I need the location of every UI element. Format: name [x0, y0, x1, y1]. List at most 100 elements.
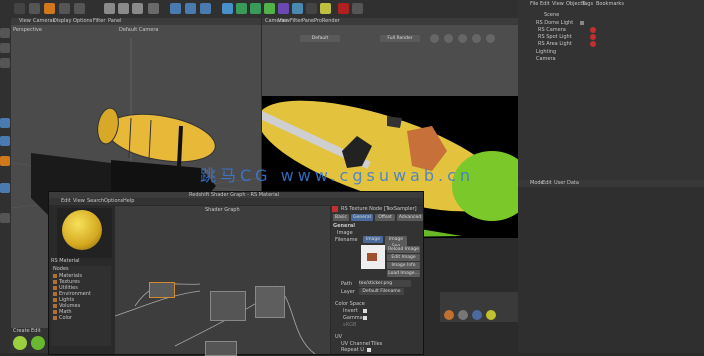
render-view-icon[interactable] [170, 3, 181, 14]
render-icon[interactable] [185, 3, 196, 14]
tab-advanced[interactable]: Advanced [397, 214, 423, 221]
object-manager-menu: File Edit View Objects Tags Bookmarks [518, 1, 704, 8]
tab-basic[interactable]: Basic [333, 214, 349, 221]
material-ball[interactable] [13, 336, 27, 350]
mat-menu-edit[interactable]: Edit [31, 328, 41, 334]
cloner-icon[interactable] [264, 3, 275, 14]
tag-icon[interactable] [590, 34, 596, 40]
om-menu-view[interactable]: View [552, 1, 564, 7]
top-toolbar [0, 0, 520, 18]
scale-icon[interactable] [74, 3, 85, 14]
tree-header: Nodes [53, 266, 69, 272]
mat-menu-create[interactable]: Create [13, 328, 30, 334]
reload-image-button[interactable]: Reload Image [387, 246, 420, 253]
stop-icon[interactable] [444, 34, 453, 43]
edges-icon[interactable] [0, 58, 10, 68]
ne-menu-help[interactable]: Help [123, 198, 134, 204]
world-icon[interactable] [148, 3, 159, 14]
om-menu-tags[interactable]: Tags [582, 1, 593, 7]
shader-node[interactable] [205, 341, 237, 356]
light-icon[interactable] [320, 3, 331, 14]
om-menu-edit[interactable]: Edit [540, 1, 550, 7]
attr-right-menu: Mode Edit User Data [518, 180, 704, 187]
undo-icon[interactable] [14, 3, 25, 14]
shader-node[interactable] [255, 286, 285, 318]
object-row[interactable]: Scene [522, 12, 700, 19]
attr-menu-userdata[interactable]: User Data [554, 180, 579, 186]
render-toolbar: Default Full Render [262, 34, 518, 44]
model-mode-icon[interactable] [0, 28, 10, 38]
object-row[interactable]: Lighting [522, 49, 700, 56]
python-icon[interactable] [352, 3, 363, 14]
camera-icon[interactable] [306, 3, 317, 14]
move-icon[interactable] [29, 3, 40, 14]
shader-node[interactable] [210, 291, 246, 321]
subdivision-icon[interactable] [250, 3, 261, 14]
attr-menu-edit[interactable]: Edit [542, 180, 552, 186]
menu-view-r[interactable]: View [278, 18, 290, 24]
points-icon[interactable] [0, 43, 10, 53]
render-settings-icon[interactable] [200, 3, 211, 14]
polygons-icon[interactable] [0, 118, 10, 128]
redshift-icon[interactable] [338, 3, 349, 14]
node-preview [57, 208, 112, 258]
om-menu-file[interactable]: File [530, 1, 538, 7]
menu-prorender-r[interactable]: ProRender [314, 18, 340, 24]
add-icon[interactable] [44, 3, 55, 14]
material-thumbnail[interactable] [458, 310, 468, 320]
object-row[interactable]: RS Area Light [522, 41, 700, 48]
node-canvas[interactable]: Shader Graph [115, 206, 330, 356]
ne-menu-options[interactable]: Options [104, 198, 123, 204]
rotate-icon[interactable] [59, 3, 70, 14]
refresh-icon[interactable] [458, 34, 467, 43]
texture-thumbnail [361, 245, 385, 269]
environment-icon[interactable] [292, 3, 303, 14]
repeat-u-checkbox[interactable] [367, 348, 371, 352]
load-image-button[interactable]: Load Image... [387, 270, 420, 277]
object-row[interactable]: Camera [522, 56, 700, 63]
lock-render-icon[interactable] [472, 34, 481, 43]
object-row[interactable]: RS Camera [522, 27, 700, 34]
display-dropdown[interactable]: Default [300, 35, 340, 42]
deformer-icon[interactable] [278, 3, 289, 14]
invert-checkbox[interactable] [363, 309, 367, 313]
render-mode-dropdown[interactable]: Full Render [380, 35, 420, 42]
tag-icon[interactable] [590, 41, 596, 47]
node-tree: Nodes Materials Textures Utilities Envir… [51, 266, 111, 346]
axis-y-icon[interactable] [118, 3, 129, 14]
material-thumbnail[interactable] [472, 310, 482, 320]
material-ball[interactable] [31, 336, 45, 350]
material-thumbnail[interactable] [444, 310, 454, 320]
object-row[interactable]: RS Dome Light [522, 20, 700, 27]
om-menu-bookmarks[interactable]: Bookmarks [596, 1, 624, 7]
axis-z-icon[interactable] [132, 3, 143, 14]
ne-menu-edit[interactable]: Edit [61, 198, 71, 204]
preview-sphere [62, 210, 102, 250]
path-field[interactable]: tex/sticker.png [359, 280, 411, 287]
texture-icon[interactable] [0, 136, 10, 146]
tree-item[interactable]: Color [51, 315, 111, 322]
object-row[interactable]: RS Spot Light [522, 34, 700, 41]
shader-node[interactable] [149, 282, 175, 298]
ne-menu-view[interactable]: View [73, 198, 85, 204]
play-icon[interactable] [430, 34, 439, 43]
uv-channel-value[interactable]: Tiles [371, 341, 382, 347]
snap-icon[interactable] [0, 156, 10, 166]
image-info-button[interactable]: Image Info [387, 262, 420, 269]
workplane-icon[interactable] [0, 183, 10, 193]
snapshot-icon[interactable] [486, 34, 495, 43]
axis-x-icon[interactable] [104, 3, 115, 14]
lock-icon[interactable] [0, 213, 10, 223]
cube-icon[interactable] [222, 3, 233, 14]
menu-filter-r[interactable]: Filter [290, 18, 302, 24]
tab-general[interactable]: General [351, 214, 373, 221]
material-thumbnail[interactable] [486, 310, 496, 320]
gamma-checkbox[interactable] [363, 316, 367, 320]
ne-menu-search[interactable]: Search [87, 198, 104, 204]
edit-image-button[interactable]: Edit Image [387, 254, 420, 261]
pen-icon[interactable] [236, 3, 247, 14]
image-button[interactable]: Image [363, 236, 383, 243]
tab-offset[interactable]: Offset [375, 214, 395, 221]
layer-dropdown[interactable]: Default Filename [359, 288, 404, 295]
tag-icon[interactable] [590, 27, 596, 33]
